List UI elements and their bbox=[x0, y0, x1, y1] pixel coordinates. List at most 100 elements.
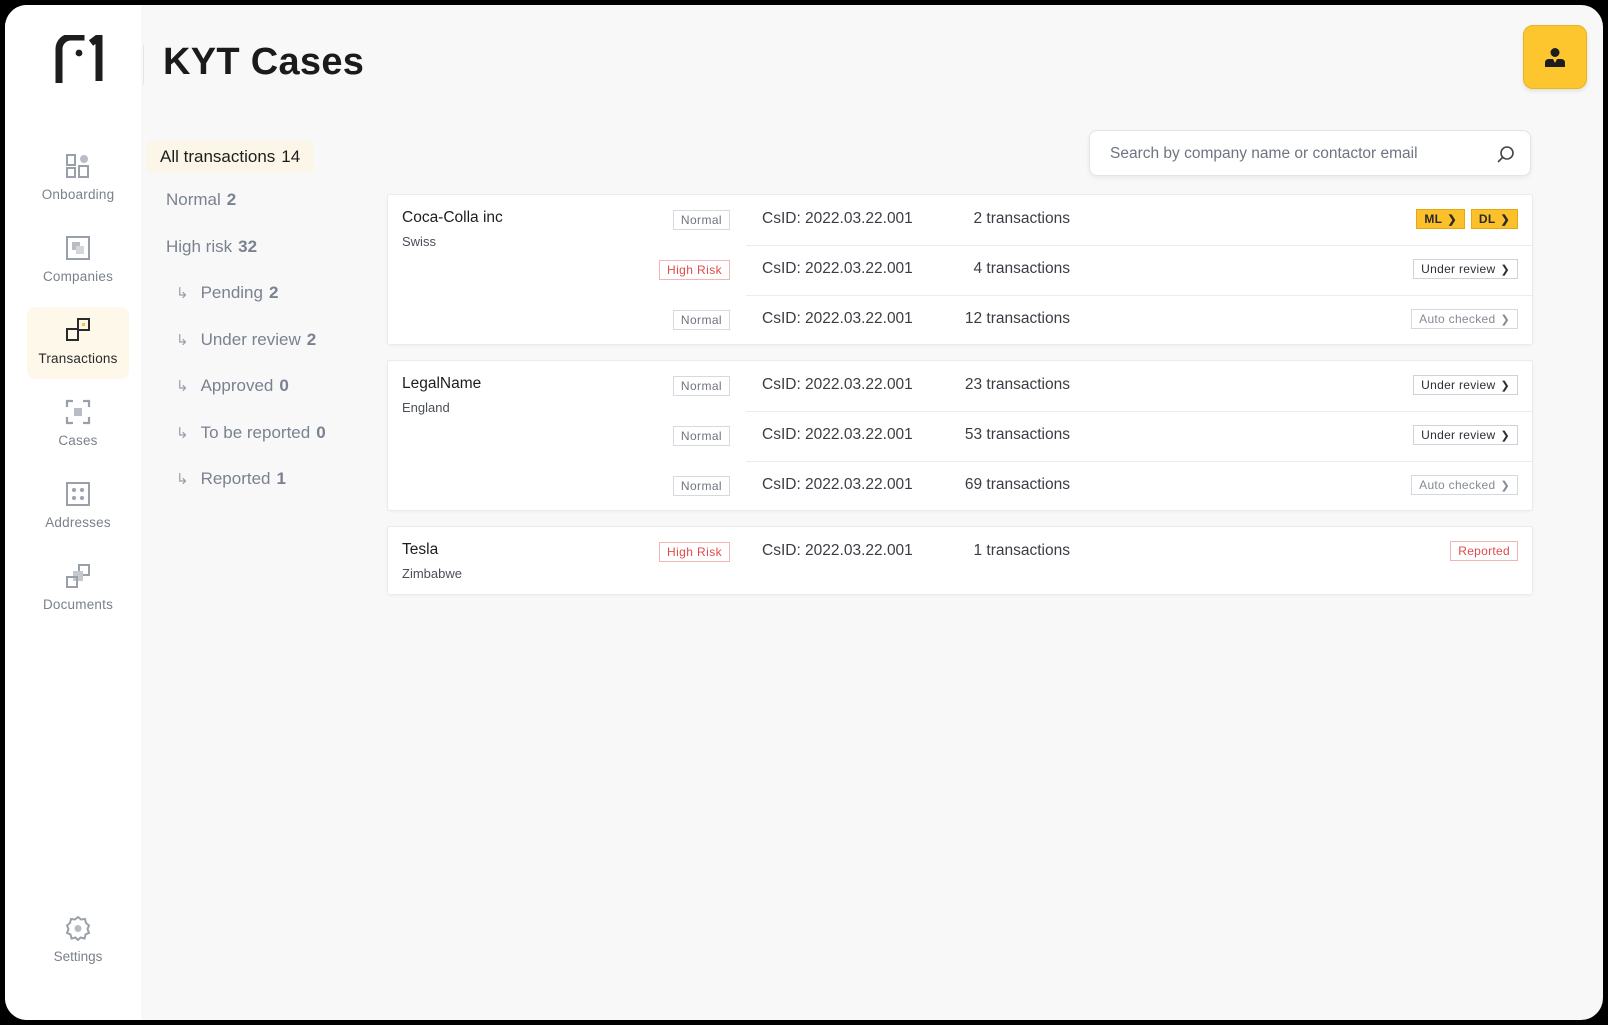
case-id: CsID: 2022.03.22.001 bbox=[762, 310, 913, 327]
nav-cases-label: Cases bbox=[58, 433, 98, 448]
nav-transactions[interactable]: Transactions bbox=[27, 307, 129, 379]
sub-arrow-icon: ↳ bbox=[176, 285, 189, 302]
row-actions: Reported bbox=[1450, 541, 1518, 561]
dl-button-label: DL bbox=[1478, 212, 1496, 226]
nav-documents[interactable]: Documents bbox=[27, 553, 129, 625]
filter-high-risk[interactable]: High risk 32 bbox=[166, 237, 257, 257]
filter-count: 2 bbox=[306, 330, 317, 349]
focus-frame-icon bbox=[65, 399, 91, 425]
gear-icon bbox=[65, 915, 91, 941]
case-id: CsID: 2022.03.22.001 bbox=[762, 476, 913, 493]
nav-onboarding-label: Onboarding bbox=[41, 187, 115, 202]
status-label: Auto checked bbox=[1419, 312, 1496, 326]
chevron-right-icon: ❯ bbox=[1500, 430, 1510, 442]
row-actions: Auto checked ❯ bbox=[1411, 475, 1518, 495]
transaction-count: 2 transactions bbox=[973, 210, 1071, 227]
nav-addresses-label: Addresses bbox=[45, 515, 111, 530]
status-button[interactable]: Auto checked ❯ bbox=[1411, 475, 1518, 495]
nav-transactions-label: Transactions bbox=[38, 351, 118, 366]
chevron-right-icon: ❯ bbox=[1500, 314, 1510, 326]
filter-label: Reported bbox=[200, 469, 271, 488]
status-label: Under review bbox=[1421, 428, 1496, 442]
filter-reported[interactable]: ↳ Reported 1 bbox=[176, 469, 286, 489]
filter-count: 0 bbox=[316, 423, 326, 442]
sidebar: Onboarding Companies Transactions Cases … bbox=[5, 5, 141, 1020]
row-actions: Under review ❯ bbox=[1413, 375, 1518, 395]
nav-addresses[interactable]: Addresses bbox=[27, 471, 129, 543]
status-button[interactable]: Under review ❯ bbox=[1413, 375, 1518, 395]
risk-badge: Normal bbox=[672, 376, 730, 396]
transaction-count: 23 transactions bbox=[964, 376, 1070, 393]
case-row[interactable]: High Risk CsID: 2022.03.22.001 4 transac… bbox=[388, 245, 1532, 295]
filter-label: High risk bbox=[166, 237, 233, 256]
sub-arrow-icon: ↳ bbox=[176, 425, 189, 442]
company-card: Coca-Colla inc Swiss Normal CsID: 2022.0… bbox=[387, 194, 1533, 345]
case-row[interactable]: High Risk CsID: 2022.03.22.001 1 transac… bbox=[388, 527, 1532, 577]
case-row[interactable]: Normal CsID: 2022.03.22.001 69 transacti… bbox=[388, 461, 1532, 511]
status-button[interactable]: Under review ❯ bbox=[1413, 259, 1518, 279]
filter-under-review[interactable]: ↳ Under review 2 bbox=[176, 330, 316, 350]
status-button[interactable]: Under review ❯ bbox=[1413, 425, 1518, 445]
case-row[interactable]: Normal CsID: 2022.03.22.001 23 transacti… bbox=[388, 361, 1532, 411]
transaction-count: 53 transactions bbox=[964, 426, 1070, 443]
filter-count: 1 bbox=[276, 469, 286, 488]
filter-count: 2 bbox=[268, 283, 279, 302]
filter-pending[interactable]: ↳ Pending 2 bbox=[176, 283, 278, 303]
status-label: Under review bbox=[1421, 378, 1496, 392]
filter-count: 14 bbox=[281, 147, 301, 166]
search-icon[interactable] bbox=[1496, 144, 1516, 164]
filter-label: Normal bbox=[166, 190, 221, 209]
filter-approved[interactable]: ↳ Approved 0 bbox=[176, 376, 289, 396]
status-button[interactable]: Reported bbox=[1450, 541, 1518, 561]
chevron-right-icon: ❯ bbox=[1500, 264, 1510, 276]
transaction-count: 69 transactions bbox=[964, 476, 1070, 493]
status-label: Reported bbox=[1458, 544, 1510, 558]
sub-arrow-icon: ↳ bbox=[176, 332, 189, 349]
case-id: CsID: 2022.03.22.001 bbox=[762, 426, 913, 443]
user-profile-button[interactable] bbox=[1523, 25, 1587, 89]
nav-companies[interactable]: Companies bbox=[27, 225, 129, 297]
search-input[interactable] bbox=[1108, 131, 1492, 177]
filter-label: Approved bbox=[200, 376, 274, 395]
filter-label: To be reported bbox=[200, 423, 311, 442]
building-square-icon bbox=[66, 236, 90, 260]
nav-onboarding[interactable]: Onboarding bbox=[27, 143, 129, 215]
ml-button[interactable]: ML ❯ bbox=[1416, 209, 1465, 229]
filter-count: 32 bbox=[238, 237, 258, 256]
case-row[interactable]: Normal CsID: 2022.03.22.001 12 transacti… bbox=[388, 295, 1532, 345]
dl-button[interactable]: DL ❯ bbox=[1470, 209, 1518, 229]
nav-cases[interactable]: Cases bbox=[27, 389, 129, 461]
address-grid-icon bbox=[66, 482, 90, 506]
search-box bbox=[1089, 130, 1531, 177]
logo-icon bbox=[55, 35, 103, 83]
case-row[interactable]: Normal CsID: 2022.03.22.001 2 transactio… bbox=[388, 195, 1532, 245]
status-label: Auto checked bbox=[1419, 478, 1496, 492]
nav-settings-label: Settings bbox=[53, 949, 103, 964]
filter-normal[interactable]: Normal 2 bbox=[166, 190, 236, 210]
title-divider bbox=[143, 45, 144, 85]
risk-badge: High Risk bbox=[659, 260, 730, 280]
filter-to-be-reported[interactable]: ↳ To be reported 0 bbox=[176, 423, 326, 443]
row-actions: ML ❯ DL ❯ bbox=[1416, 209, 1518, 229]
company-card: LegalName England Normal CsID: 2022.03.2… bbox=[387, 360, 1533, 511]
nav-settings[interactable]: Settings bbox=[27, 905, 129, 977]
ml-button-label: ML bbox=[1424, 212, 1443, 226]
filter-label: Pending bbox=[200, 283, 263, 302]
risk-badge: Normal bbox=[672, 310, 730, 330]
status-label: Under review bbox=[1421, 262, 1496, 276]
risk-badge: Normal bbox=[672, 210, 730, 230]
status-button[interactable]: Auto checked ❯ bbox=[1411, 309, 1518, 329]
case-id: CsID: 2022.03.22.001 bbox=[762, 376, 913, 393]
app-window: Onboarding Companies Transactions Cases … bbox=[5, 5, 1603, 1020]
chevron-right-icon: ❯ bbox=[1500, 480, 1510, 492]
case-row[interactable]: Normal CsID: 2022.03.22.001 53 transacti… bbox=[388, 411, 1532, 461]
nav-documents-label: Documents bbox=[42, 597, 114, 612]
row-actions: Under review ❯ bbox=[1413, 259, 1518, 279]
filter-all-transactions[interactable]: All transactions 14 bbox=[146, 141, 315, 173]
sub-arrow-icon: ↳ bbox=[176, 378, 189, 395]
transactions-icon bbox=[66, 318, 90, 341]
filter-count: 2 bbox=[226, 190, 237, 209]
case-id: CsID: 2022.03.22.001 bbox=[762, 260, 913, 277]
nav-companies-label: Companies bbox=[42, 269, 114, 284]
transaction-count: 4 transactions bbox=[973, 260, 1071, 277]
